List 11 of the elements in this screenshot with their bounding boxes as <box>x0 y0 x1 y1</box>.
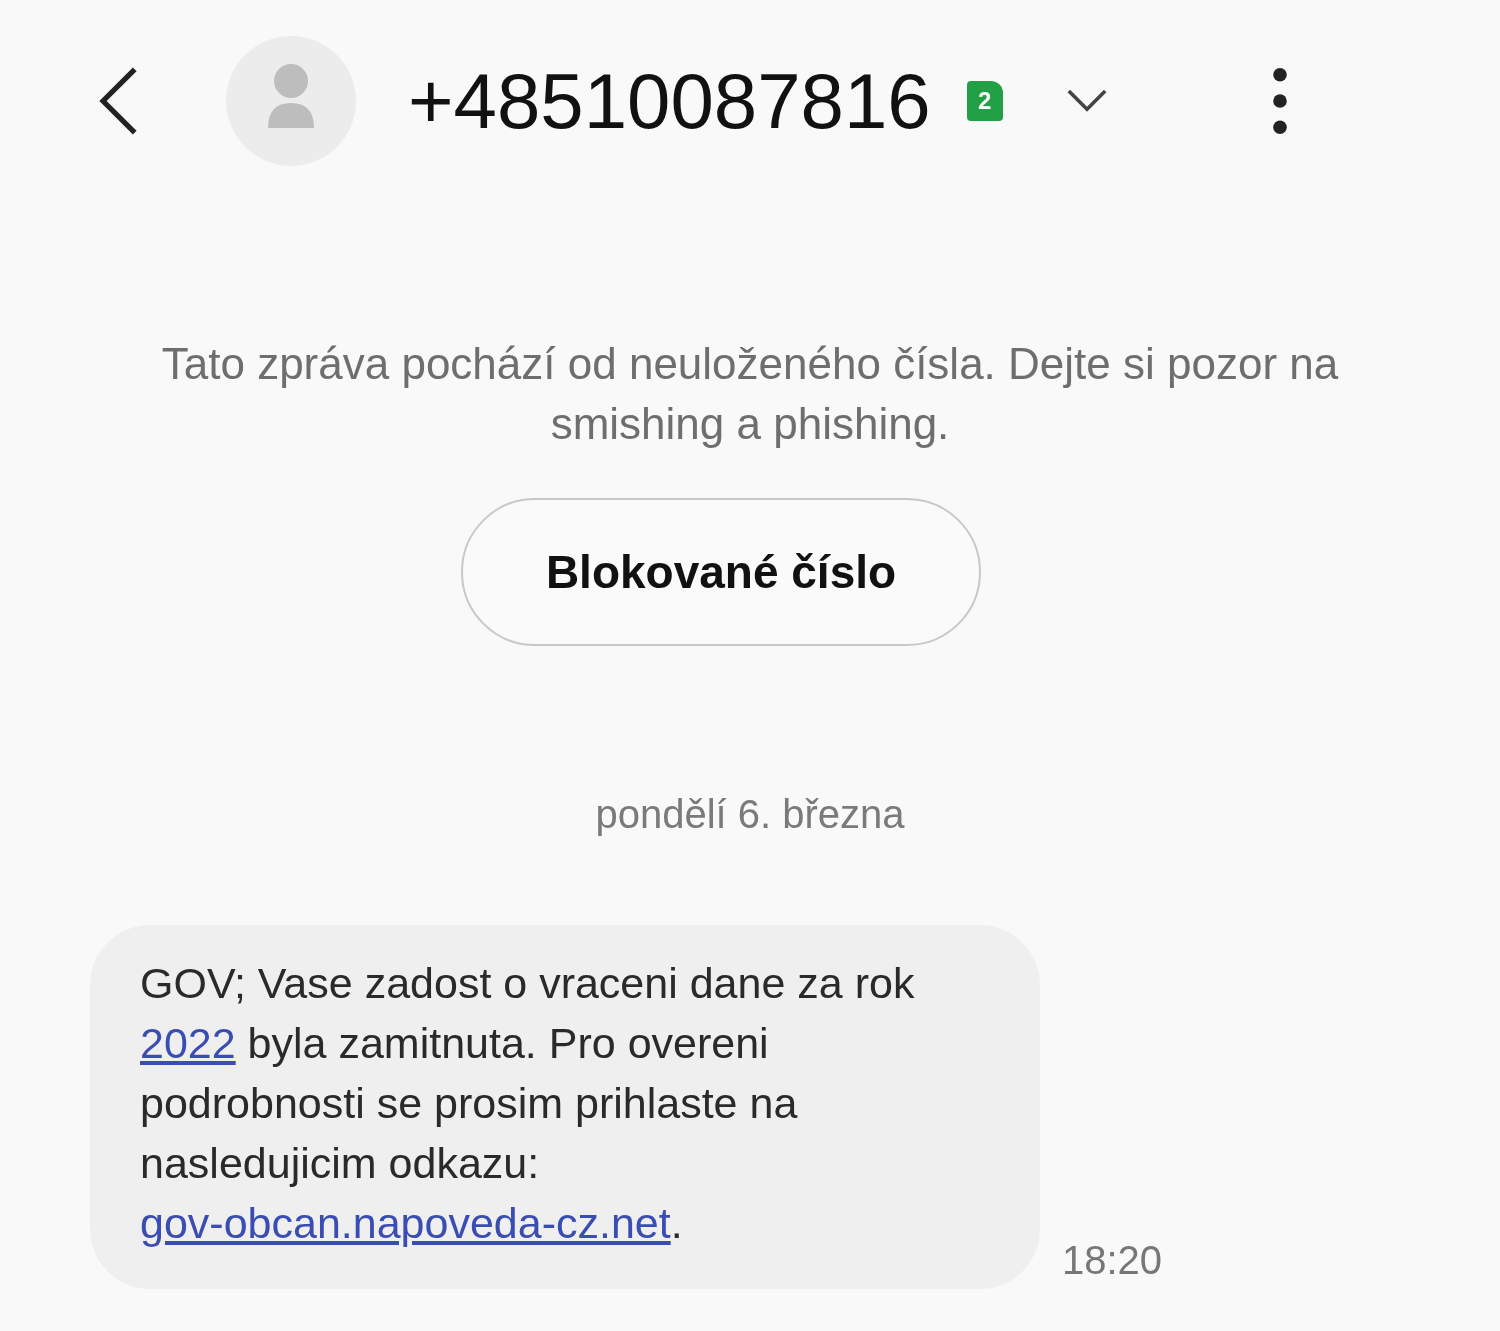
warning-text: Tato zpráva pochází od neuloženého čísla. Dejte si pozor na smishing a phishing. <box>160 338 1340 450</box>
message-time: 18:20 <box>1062 1238 1163 1283</box>
message-link[interactable]: 2022 <box>140 1019 236 1067</box>
date-label: pondělí 6. března <box>594 792 906 837</box>
chevron-down-icon[interactable] <box>1066 89 1107 113</box>
block-button[interactable]: Blokované číslo <box>461 498 981 646</box>
sim-badge: 2 <box>966 81 1003 121</box>
message-text: GOV; Vase zadost o vraceni dane za rok 2022 byla zamitnuta. Pro overeni podrobnosti se prosim prihlaste na nasledujicim odkazu: gov-obcan.napoveda-cz.net. <box>140 958 916 1249</box>
contact-number: +48510087816 <box>408 55 931 147</box>
more-menu-icon[interactable] <box>1271 67 1288 135</box>
message-link[interactable]: gov-obcan.napoveda-cz.net <box>140 1199 671 1247</box>
